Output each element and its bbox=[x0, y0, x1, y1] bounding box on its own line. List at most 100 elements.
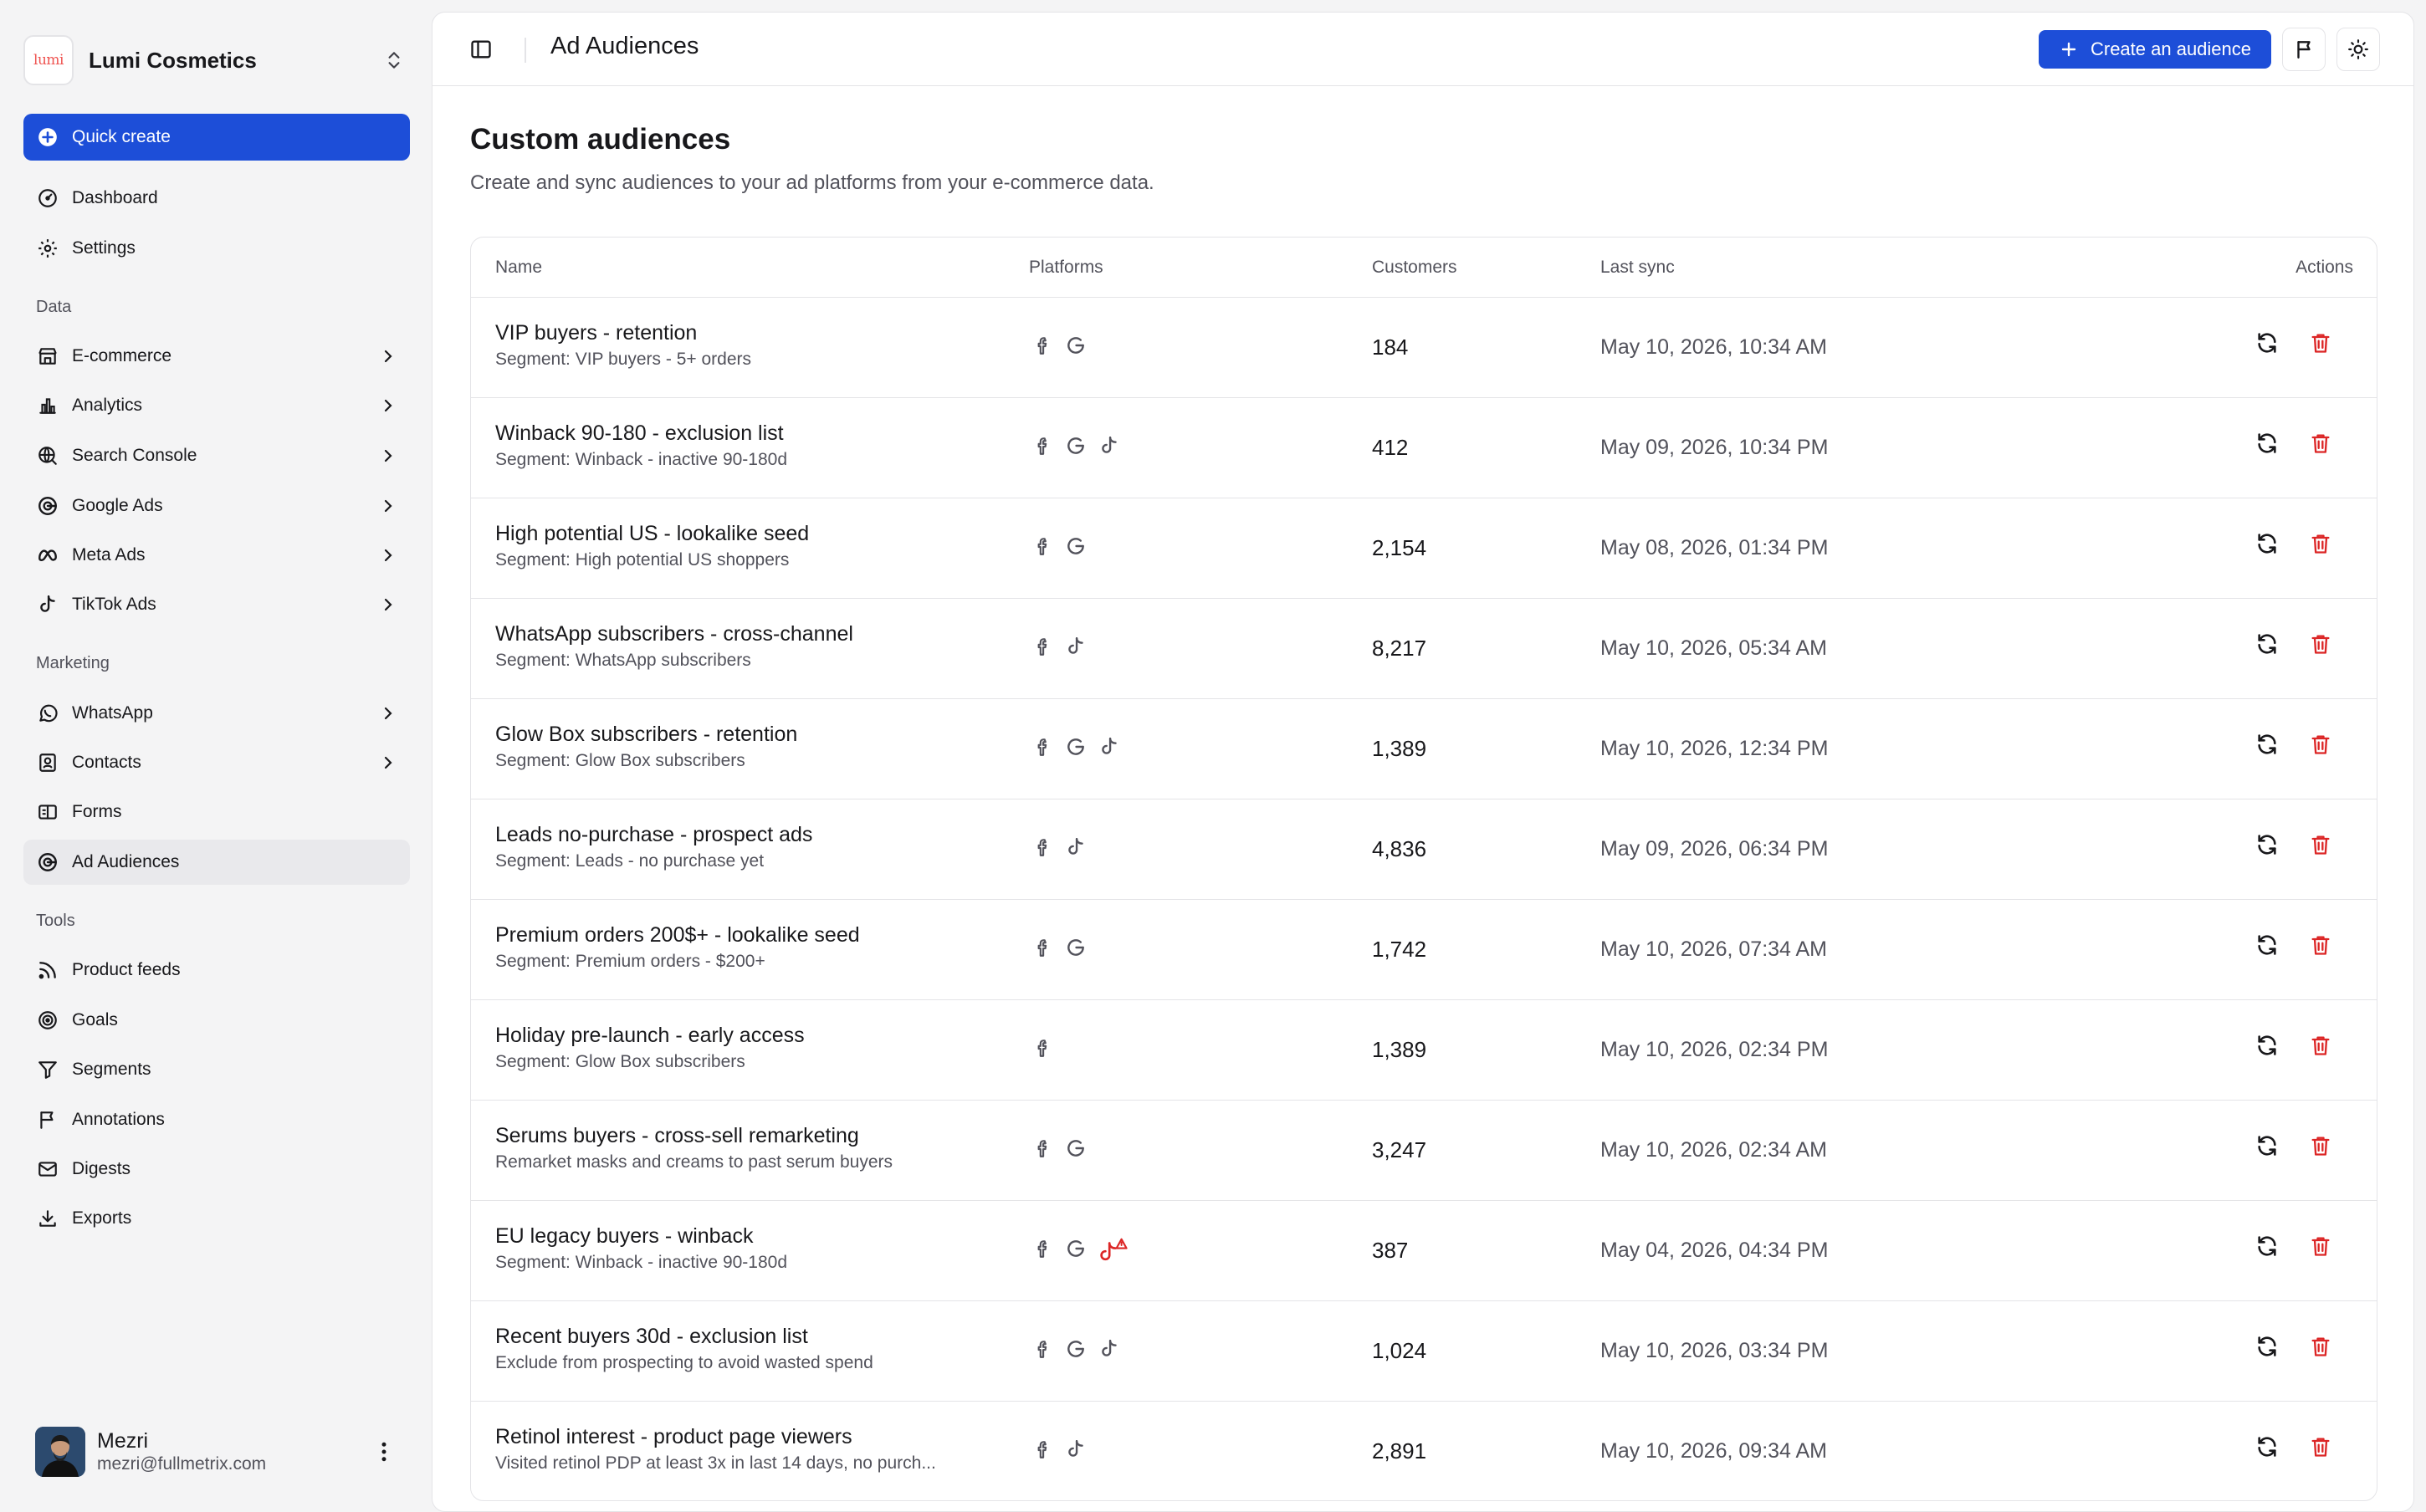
sidebar-item-goals[interactable]: Goals bbox=[23, 998, 410, 1043]
user-card[interactable]: Mezri mezri@fullmetrix.com bbox=[23, 1418, 410, 1485]
sidebar-toggle-icon[interactable] bbox=[469, 38, 493, 61]
trash-icon[interactable] bbox=[2309, 331, 2332, 355]
table-row[interactable]: Serums buyers - cross-sell remarketing Re… bbox=[471, 1101, 2377, 1201]
sync-icon[interactable] bbox=[2255, 1234, 2279, 1258]
plus-icon bbox=[2061, 42, 2076, 57]
platforms-cell bbox=[1031, 335, 1087, 356]
audience-name[interactable]: WhatsApp subscribers - cross-channel bbox=[495, 621, 989, 647]
quick-create-button[interactable]: Quick create bbox=[23, 114, 410, 161]
meta-icon bbox=[38, 549, 57, 562]
sidebar-item-tiktok-ads[interactable]: TikTok Ads bbox=[23, 582, 410, 627]
platforms-cell bbox=[1031, 636, 1087, 657]
table-row[interactable]: Winback 90-180 - exclusion list Segment: … bbox=[471, 398, 2377, 498]
table-row[interactable]: Leads no-purchase - prospect ads Segment:… bbox=[471, 799, 2377, 900]
sidebar-item-annotations[interactable]: Annotations bbox=[23, 1097, 410, 1142]
audience-name-cell: Leads no-purchase - prospect ads Segment:… bbox=[495, 821, 989, 873]
table-row[interactable]: Premium orders 200$+ - lookalike seed Seg… bbox=[471, 900, 2377, 1000]
sync-icon[interactable] bbox=[2255, 933, 2279, 957]
audience-name[interactable]: Leads no-purchase - prospect ads bbox=[495, 821, 989, 848]
audience-name[interactable]: Holiday pre-launch - early access bbox=[495, 1022, 989, 1049]
facebook-icon bbox=[1037, 1441, 1047, 1458]
trash-icon[interactable] bbox=[2309, 833, 2332, 856]
page-breadcrumb: Ad Audiences bbox=[550, 33, 699, 59]
sidebar-item-contacts[interactable]: Contacts bbox=[23, 740, 410, 785]
audience-name[interactable]: Premium orders 200$+ - lookalike seed bbox=[495, 922, 989, 948]
sidebar-item-google-ads[interactable]: Google Ads bbox=[23, 483, 410, 529]
trash-icon[interactable] bbox=[2309, 532, 2332, 555]
sidebar-item-ecommerce[interactable]: E-commerce bbox=[23, 334, 410, 379]
customers-count: 184 bbox=[1372, 335, 1409, 360]
trash-icon[interactable] bbox=[2309, 1034, 2332, 1057]
last-sync-time: May 10, 2026, 07:34 AM bbox=[1600, 937, 1828, 961]
sync-icon[interactable] bbox=[2255, 1034, 2279, 1057]
table-row[interactable]: Retinol interest - product page viewers V… bbox=[471, 1402, 2377, 1500]
theme-toggle-button[interactable] bbox=[2336, 28, 2380, 71]
filter-icon bbox=[38, 1061, 57, 1079]
google-icon bbox=[1067, 1240, 1084, 1257]
sync-icon[interactable] bbox=[2255, 532, 2279, 555]
last-sync-time: May 10, 2026, 03:34 PM bbox=[1600, 1339, 1829, 1362]
audience-name[interactable]: Retinol interest - product page viewers bbox=[495, 1423, 989, 1450]
trash-icon[interactable] bbox=[2309, 432, 2332, 455]
audience-name[interactable]: Serums buyers - cross-sell remarketing bbox=[495, 1122, 989, 1149]
sidebar-item-exports[interactable]: Exports bbox=[23, 1196, 410, 1241]
actions-cell bbox=[2255, 532, 2332, 555]
sync-icon[interactable] bbox=[2255, 1435, 2279, 1458]
column-header-customers[interactable]: Customers bbox=[1372, 258, 1457, 278]
table-row[interactable]: Holiday pre-launch - early access Segment… bbox=[471, 1000, 2377, 1101]
sync-icon[interactable] bbox=[2255, 331, 2279, 355]
audience-name[interactable]: Glow Box subscribers - retention bbox=[495, 721, 989, 748]
sidebar-item-meta-ads[interactable]: Meta Ads bbox=[23, 533, 410, 578]
table-row[interactable]: Recent buyers 30d - exclusion list Exclud… bbox=[471, 1301, 2377, 1402]
sync-icon[interactable] bbox=[2255, 432, 2279, 455]
audience-name[interactable]: High potential US - lookalike seed bbox=[495, 520, 989, 547]
table-row[interactable]: VIP buyers - retention Segment: VIP buyer… bbox=[471, 298, 2377, 398]
trash-icon[interactable] bbox=[2309, 632, 2332, 656]
audience-name[interactable]: Winback 90-180 - exclusion list bbox=[495, 420, 989, 447]
column-header-name[interactable]: Name bbox=[495, 258, 542, 278]
trash-icon[interactable] bbox=[2309, 1335, 2332, 1358]
sidebar-item-search-console[interactable]: Search Console bbox=[23, 433, 410, 478]
table-row[interactable]: High potential US - lookalike seed Segmen… bbox=[471, 498, 2377, 599]
sidebar-item-label: Annotations bbox=[72, 1110, 165, 1129]
sidebar-item-analytics[interactable]: Analytics bbox=[23, 383, 410, 428]
audience-name-cell: High potential US - lookalike seed Segmen… bbox=[495, 520, 989, 572]
audience-name[interactable]: EU legacy buyers - winback bbox=[495, 1223, 989, 1249]
sidebar-item-ad-audiences[interactable]: Ad Audiences bbox=[23, 840, 410, 885]
trash-icon[interactable] bbox=[2309, 933, 2332, 957]
sidebar-item-whatsapp[interactable]: WhatsApp bbox=[23, 691, 410, 736]
facebook-icon bbox=[1037, 1341, 1047, 1358]
sidebar-item-product-feeds[interactable]: Product feeds bbox=[23, 948, 410, 993]
table-row[interactable]: WhatsApp subscribers - cross-channel Segm… bbox=[471, 599, 2377, 699]
audience-name[interactable]: Recent buyers 30d - exclusion list bbox=[495, 1323, 989, 1350]
audience-description: Segment: Premium orders - $200+ bbox=[495, 952, 765, 971]
annotations-button[interactable] bbox=[2282, 28, 2326, 71]
trash-icon[interactable] bbox=[2309, 1134, 2332, 1157]
column-header-last-sync[interactable]: Last sync bbox=[1600, 258, 1675, 278]
sync-icon[interactable] bbox=[2255, 833, 2279, 856]
sidebar-item-digests[interactable]: Digests bbox=[23, 1147, 410, 1192]
sidebar-item-dashboard[interactable]: Dashboard bbox=[23, 176, 410, 221]
sync-icon[interactable] bbox=[2255, 733, 2279, 756]
sync-icon[interactable] bbox=[2255, 1335, 2279, 1358]
sync-icon[interactable] bbox=[2255, 632, 2279, 656]
workspace-switcher[interactable]: lumi Lumi Cosmetics bbox=[23, 33, 413, 87]
sidebar-item-settings[interactable]: Settings bbox=[23, 226, 410, 271]
create-audience-button[interactable]: Create an audience bbox=[2039, 30, 2271, 69]
user-info: Mezri mezri@fullmetrix.com bbox=[97, 1428, 371, 1475]
sidebar-item-forms[interactable]: Forms bbox=[23, 789, 410, 835]
last-sync-time: May 10, 2026, 02:34 AM bbox=[1600, 1138, 1828, 1162]
trash-icon[interactable] bbox=[2309, 1435, 2332, 1458]
google-icon bbox=[1067, 1140, 1084, 1157]
gear-icon bbox=[38, 239, 57, 258]
trash-icon[interactable] bbox=[2309, 733, 2332, 756]
trash-icon[interactable] bbox=[2309, 1234, 2332, 1258]
table-row[interactable]: Glow Box subscribers - retention Segment:… bbox=[471, 699, 2377, 799]
table-row[interactable]: EU legacy buyers - winback Segment: Winba… bbox=[471, 1201, 2377, 1301]
audience-name[interactable]: VIP buyers - retention bbox=[495, 319, 989, 346]
more-vertical-icon[interactable] bbox=[371, 1439, 397, 1464]
chevron-right-icon bbox=[384, 449, 392, 462]
audiences-table: Name Platforms Customers Last sync Actio… bbox=[470, 237, 2377, 1501]
sidebar-item-segments[interactable]: Segments bbox=[23, 1047, 410, 1092]
sync-icon[interactable] bbox=[2255, 1134, 2279, 1157]
